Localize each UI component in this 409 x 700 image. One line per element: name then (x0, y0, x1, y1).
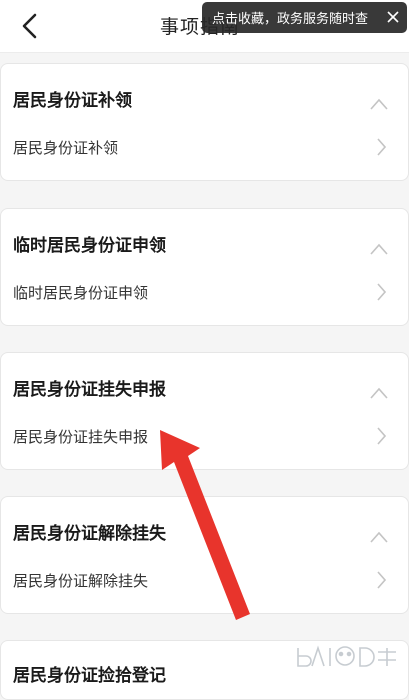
favorite-toast: 点击收藏，政务服务随时查 (202, 2, 407, 33)
card-item[interactable]: 居民身份证挂失申报 (1, 417, 408, 457)
service-card: 临时居民身份证申领 临时居民身份证申领 (0, 208, 409, 326)
card-item-label: 居民身份证补领 (13, 139, 119, 157)
chevron-right-icon (377, 427, 386, 445)
close-icon[interactable] (385, 9, 401, 25)
service-card: 居民身份证挂失申报 居民身份证挂失申报 (0, 352, 409, 470)
card-title: 居民身份证捡拾登记 (13, 666, 166, 686)
card-item-label: 临时居民身份证申领 (13, 284, 149, 302)
chevron-left-icon (22, 13, 37, 39)
baidu-watermark-logo (297, 645, 396, 667)
chevron-up-icon[interactable] (370, 531, 388, 543)
card-item[interactable]: 临时居民身份证申领 (1, 273, 408, 313)
chevron-up-icon[interactable] (370, 387, 388, 399)
card-title: 居民身份证挂失申报 (13, 380, 166, 400)
toast-text: 点击收藏，政务服务随时查 (212, 12, 369, 27)
card-item[interactable]: 居民身份证解除挂失 (1, 561, 408, 601)
chevron-up-icon[interactable] (370, 98, 388, 110)
card-item-label: 居民身份证解除挂失 (13, 572, 149, 590)
service-card: 居民身份证解除挂失 居民身份证解除挂失 (0, 496, 409, 614)
card-item[interactable]: 居民身份证补领 (1, 128, 408, 168)
service-card: 居民身份证补领 居民身份证补领 (0, 63, 409, 181)
card-title: 临时居民身份证申领 (13, 236, 166, 256)
card-title: 居民身份证解除挂失 (13, 524, 166, 544)
back-button[interactable] (10, 6, 50, 46)
chevron-right-icon (377, 571, 386, 589)
card-title: 居民身份证补领 (13, 91, 132, 111)
chevron-up-icon[interactable] (370, 243, 388, 255)
chevron-right-icon (377, 138, 386, 156)
card-item-label: 居民身份证挂失申报 (13, 428, 149, 446)
chevron-right-icon (377, 283, 386, 301)
